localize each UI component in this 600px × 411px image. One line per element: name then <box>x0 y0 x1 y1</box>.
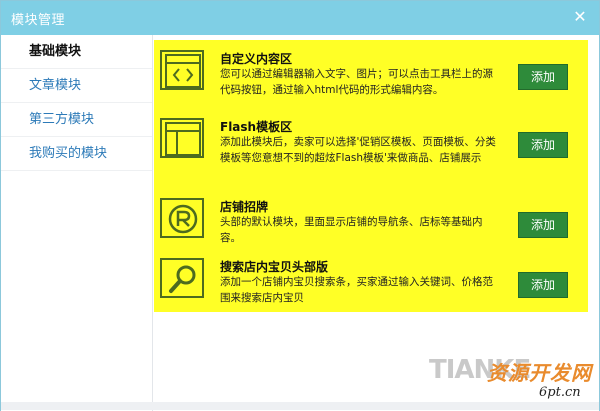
dialog-bottom-edge <box>1 402 599 410</box>
sidebar-item-basic-modules[interactable]: 基础模块 <box>1 35 152 69</box>
dialog-title: 模块管理 <box>11 13 66 28</box>
module-list-panel: 自定义内容区 您可以通过编辑器输入文字、图片；可以点击工具栏上的源代码按钮，通过… <box>154 40 588 312</box>
module-manager-dialog: 模块管理 ✕ 基础模块 文章模块 第三方模块 我购买的模块 自定义内容区 您可以… <box>0 0 600 411</box>
module-item: 店铺招牌 头部的默认模块，里面显示店铺的导航条、店标等基础内容。 添加 <box>154 192 588 254</box>
add-button[interactable]: 添加 <box>518 132 568 158</box>
module-title: 自定义内容区 <box>220 52 293 66</box>
dialog-titlebar: 模块管理 ✕ <box>1 1 599 35</box>
module-description: 添加此模块后，卖家可以选择'促销区模板、页面模板、分类模板等您意想不到的超炫Fl… <box>220 136 496 164</box>
module-title: 店铺招牌 <box>220 200 269 214</box>
layout-template-icon <box>160 118 204 158</box>
code-window-icon <box>160 50 204 90</box>
add-button[interactable]: 添加 <box>518 64 568 90</box>
module-item: 搜索店内宝贝头部版 添加一个店铺内宝贝搜索条，买家通过输入关键词、价格范围来搜索… <box>154 252 588 314</box>
watermark-cn: 资源开发网 <box>487 361 592 385</box>
module-description: 添加一个店铺内宝贝搜索条，买家通过输入关键词、价格范围来搜索店内宝贝 <box>220 276 493 304</box>
close-icon[interactable]: ✕ <box>571 8 589 26</box>
module-category-sidebar: 基础模块 文章模块 第三方模块 我购买的模块 <box>1 35 153 411</box>
module-item: 自定义内容区 您可以通过编辑器输入文字、图片；可以点击工具栏上的源代码按钮，通过… <box>154 44 588 106</box>
sidebar-item-label: 基础模块 <box>29 44 82 59</box>
add-button[interactable]: 添加 <box>518 212 568 238</box>
add-button[interactable]: 添加 <box>518 272 568 298</box>
sidebar-item-article-modules[interactable]: 文章模块 <box>1 69 152 103</box>
module-description: 您可以通过编辑器输入文字、图片；可以点击工具栏上的源代码按钮，通过输入html代… <box>220 68 493 96</box>
sidebar-item-purchased-modules[interactable]: 我购买的模块 <box>1 137 152 171</box>
module-description: 头部的默认模块，里面显示店铺的导航条、店标等基础内容。 <box>220 216 483 244</box>
registered-mark-icon <box>160 198 204 238</box>
sidebar-item-third-party-modules[interactable]: 第三方模块 <box>1 103 152 137</box>
search-magnifier-icon <box>160 258 204 298</box>
sidebar-item-label: 文章模块 <box>29 78 82 93</box>
watermark-url: 6pt.cn <box>539 385 581 400</box>
module-item: Flash模板区 添加此模块后，卖家可以选择'促销区模板、页面模板、分类模板等您… <box>154 112 588 174</box>
sidebar-item-label: 我购买的模块 <box>29 146 108 161</box>
sidebar-item-label: 第三方模块 <box>29 112 95 127</box>
module-title: 搜索店内宝贝头部版 <box>220 260 329 274</box>
site-watermark: TIANKE 资源开发网 6pt.cn <box>429 353 599 407</box>
module-title: Flash模板区 <box>220 120 293 134</box>
